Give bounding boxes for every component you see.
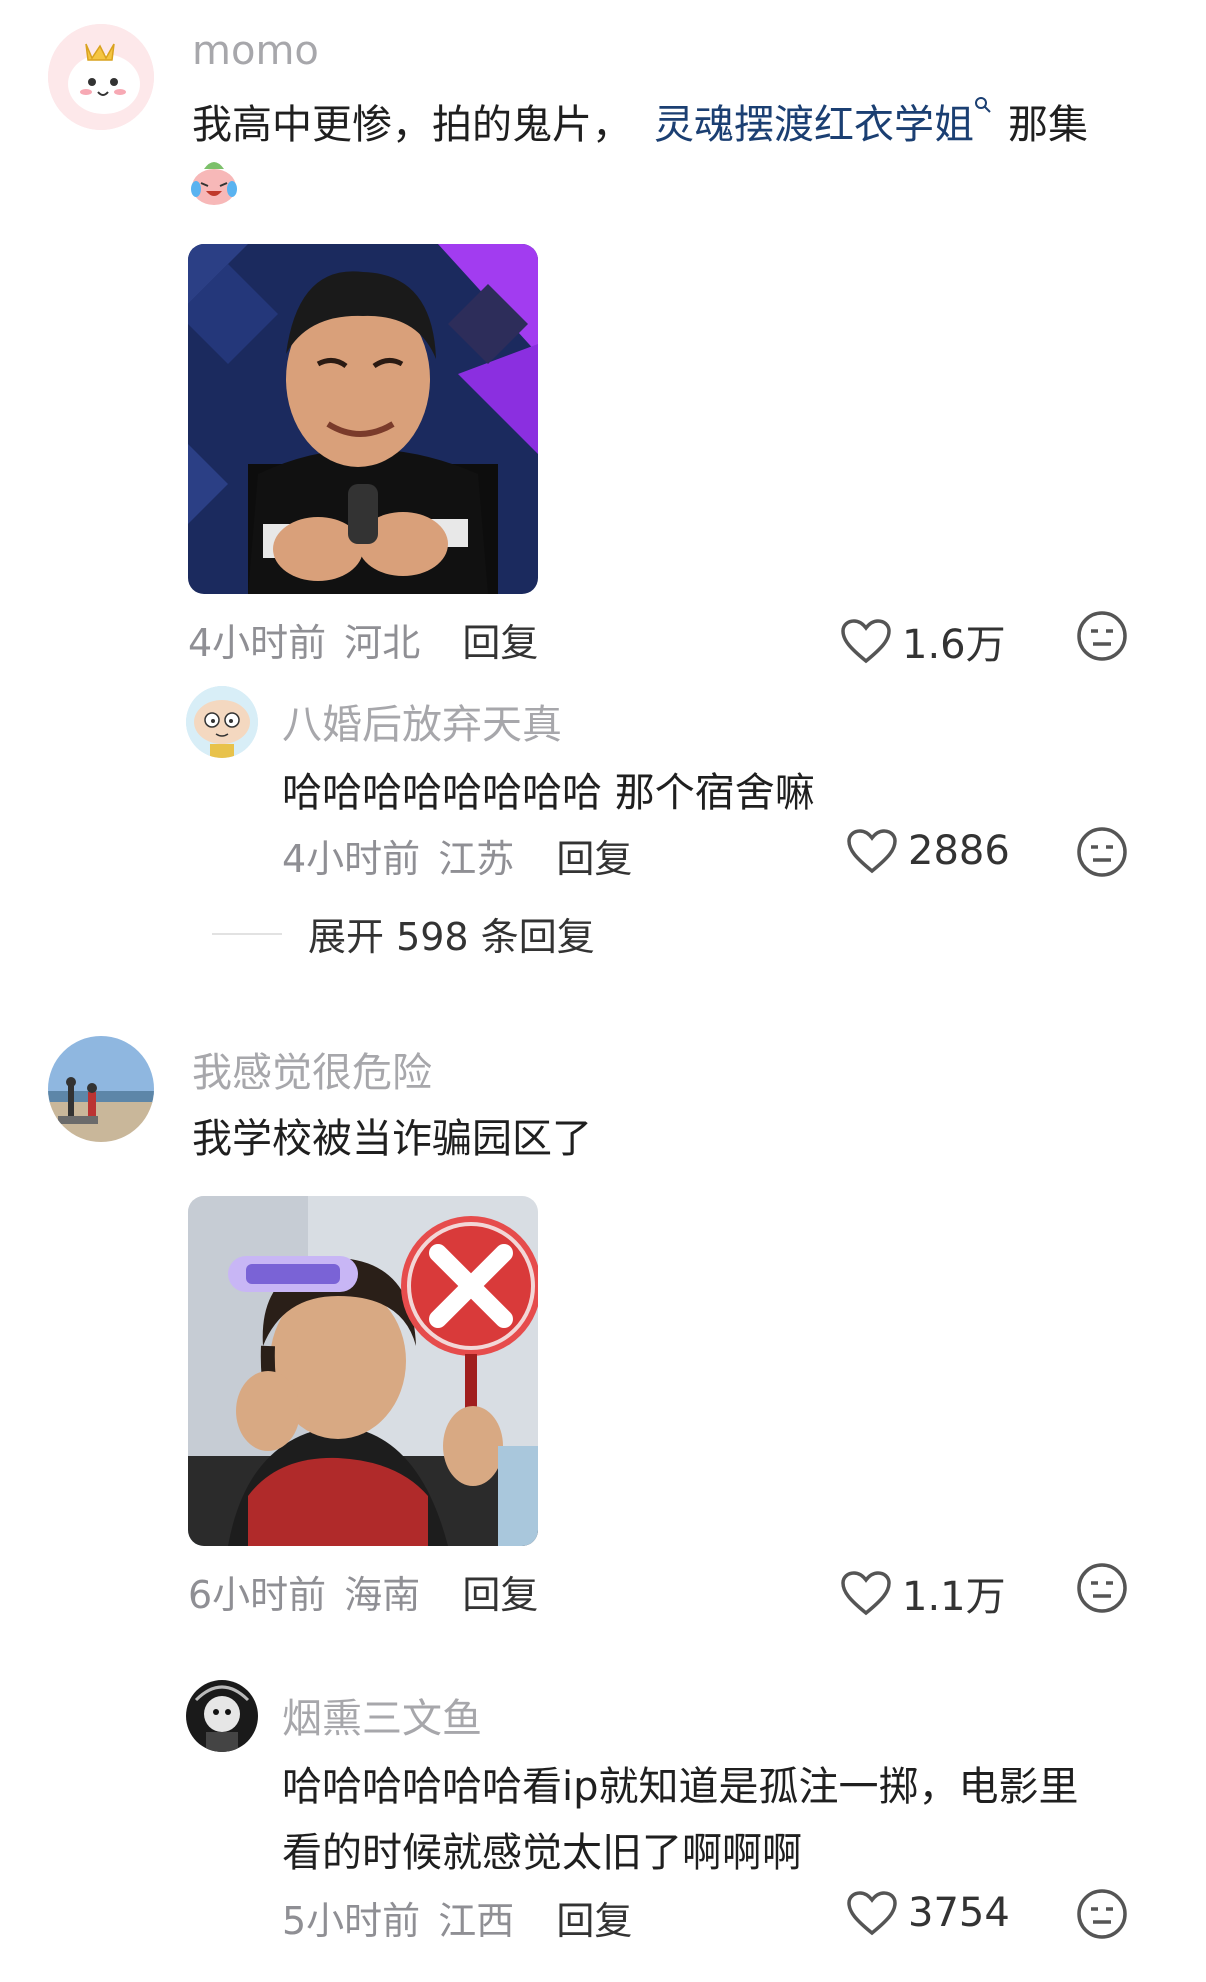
dislike-face-icon[interactable] [1076, 826, 1128, 878]
dislike-face-icon[interactable] [1076, 1888, 1128, 1940]
like-count: 3754 [908, 1890, 1010, 1936]
like-button[interactable]: 3754 [846, 1890, 1010, 1936]
avatar-stewie[interactable] [186, 686, 258, 758]
reply-username[interactable]: 烟熏三文鱼 [282, 1686, 482, 1744]
comment-text: 我高中更惨，拍的鬼片， 灵魂摆渡红衣学姐 那集 [192, 92, 1088, 150]
reply-time: 5小时前 [282, 1899, 421, 1943]
reply-button[interactable]: 回复 [556, 1899, 632, 1943]
reply-button[interactable]: 回复 [556, 837, 632, 881]
dark-photo-avatar-icon [186, 1680, 258, 1752]
heart-icon[interactable] [846, 1890, 898, 1936]
reply-button[interactable]: 回复 [462, 1573, 538, 1617]
reply-text: 哈哈哈哈哈哈哈哈 那个宿舍嘛 [282, 770, 815, 816]
reply-text-line1: 哈哈哈哈哈哈看ip就知道是孤注一掷，电影里 [282, 1764, 1079, 1810]
comment-meta: 6小时前 海南 回复 [188, 1564, 538, 1619]
reply-button[interactable]: 回复 [462, 621, 538, 665]
avatar-momo[interactable] [48, 24, 154, 130]
comment-image-crying-man[interactable] [188, 244, 538, 594]
like-count: 1.1万 [902, 1574, 1006, 1620]
search-link-text[interactable]: 灵魂摆渡红衣学姐 [654, 102, 974, 148]
comment-text-suffix: 那集 [1008, 102, 1088, 148]
comment-username[interactable]: 我感觉很危险 [192, 1040, 432, 1098]
like-button[interactable]: 2886 [846, 828, 1010, 874]
reply-text-line2: 看的时候就感觉太旧了啊啊啊 [282, 1830, 802, 1876]
boy-with-x-sign-photo [188, 1196, 538, 1546]
heart-icon[interactable] [840, 618, 892, 664]
avatar-dark[interactable] [186, 1680, 258, 1752]
comment-username[interactable]: momo [192, 28, 319, 74]
like-count: 1.6万 [902, 622, 1006, 668]
expand-divider [212, 932, 282, 935]
comment-location: 海南 [344, 1573, 421, 1617]
expand-replies-label[interactable]: 展开 598 条回复 [308, 906, 595, 961]
reply-meta: 5小时前 江西 回复 [282, 1890, 632, 1945]
comment-image-x-sign[interactable] [188, 1196, 538, 1546]
reply-meta: 4小时前 江苏 回复 [282, 828, 632, 883]
crying-man-photo [188, 244, 538, 594]
like-button[interactable]: 1.6万 [840, 612, 1006, 670]
reply-location: 江苏 [438, 837, 515, 881]
reply-username[interactable]: 八婚后放弃天真 [282, 692, 562, 750]
search-link[interactable]: 灵魂摆渡红衣学姐 [654, 97, 992, 148]
reply-time: 4小时前 [282, 837, 421, 881]
like-count: 2886 [908, 828, 1010, 874]
comment-text-prefix: 我高中更惨，拍的鬼片， [192, 102, 632, 148]
comment-location: 河北 [344, 621, 421, 665]
dislike-face-icon[interactable] [1076, 1562, 1128, 1614]
beach-photo-avatar-icon [48, 1036, 154, 1142]
avatar-beach[interactable] [48, 1036, 154, 1142]
comment-time: 6小时前 [188, 1573, 327, 1617]
comment-meta: 4小时前 河北 回复 [188, 612, 538, 667]
heart-icon[interactable] [846, 828, 898, 874]
heart-icon[interactable] [840, 1570, 892, 1616]
comment-text: 我学校被当诈骗园区了 [192, 1116, 592, 1162]
like-button[interactable]: 1.1万 [840, 1564, 1006, 1622]
pink-blob-avatar-icon [48, 24, 154, 130]
search-icon[interactable] [974, 96, 992, 114]
expand-replies-button[interactable]: 展开 598 条回复 [212, 906, 595, 961]
dislike-face-icon[interactable] [1076, 610, 1128, 662]
reply-location: 江西 [438, 1899, 515, 1943]
crying-laugh-emoji-icon [188, 155, 240, 207]
comment-time: 4小时前 [188, 621, 327, 665]
cartoon-baby-avatar-icon [186, 686, 258, 758]
